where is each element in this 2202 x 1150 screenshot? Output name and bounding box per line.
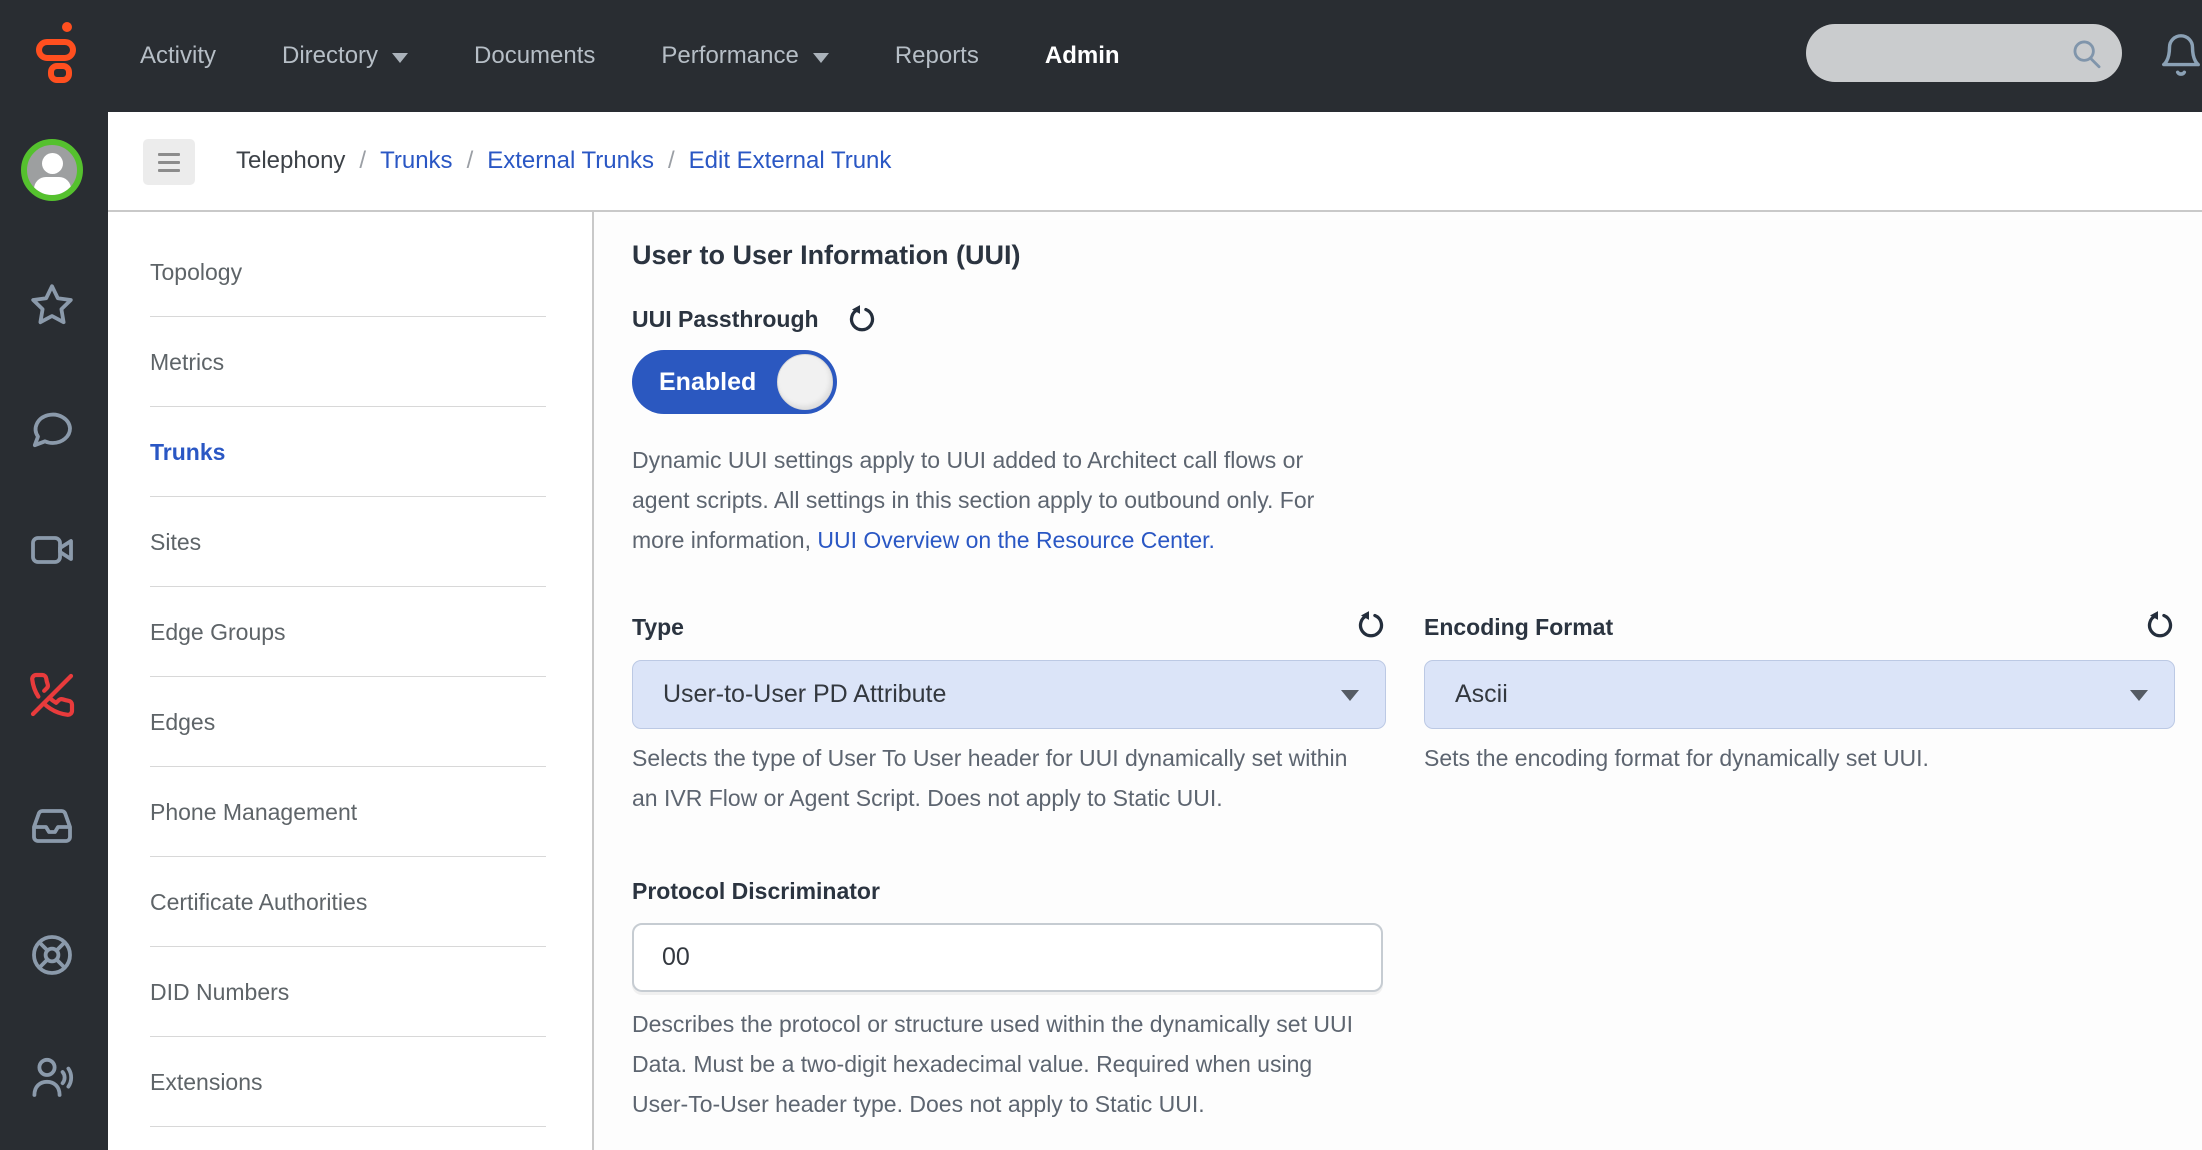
reset-icon	[1356, 610, 1386, 640]
logo-dot	[62, 22, 72, 32]
chevron-down-icon	[2130, 690, 2148, 701]
uui-description: Dynamic UUI settings apply to UUI added …	[632, 440, 1412, 560]
app-viewport: Activity Directory Documents Performance…	[0, 0, 2202, 1150]
user-avatar[interactable]	[21, 139, 83, 201]
help-line: Sets the encoding format for dynamically…	[1424, 738, 1929, 778]
nav-label: Admin	[1045, 42, 1120, 70]
left-icon-rail	[0, 0, 108, 1150]
primary-nav: Activity Directory Documents Performance…	[140, 0, 1120, 112]
agent-speaking-icon[interactable]	[28, 1053, 76, 1101]
help-line: an IVR Flow or Agent Script. Does not ap…	[632, 778, 1347, 818]
uui-overview-resource-center-link[interactable]: UUI Overview on the Resource Center.	[817, 527, 1215, 553]
search-icon	[2070, 37, 2104, 71]
breadcrumb-external-trunks-link[interactable]: External Trunks	[487, 147, 654, 175]
nav-item-documents[interactable]: Documents	[474, 42, 595, 70]
type-dropdown[interactable]: User-to-User PD Attribute	[632, 660, 1386, 729]
reset-encoding-format-button[interactable]	[2145, 610, 2175, 640]
sidebar-item-metrics[interactable]: Metrics	[108, 317, 592, 407]
description-line: Dynamic UUI settings apply to UUI added …	[632, 440, 1412, 480]
uui-passthrough-label: UUI Passthrough	[632, 306, 819, 333]
chevron-down-icon	[1341, 690, 1359, 701]
help-line: User-To-User header type. Does not apply…	[632, 1084, 1353, 1124]
breadcrumb-telephony: Telephony	[236, 147, 345, 175]
phone-disabled-icon[interactable]	[28, 671, 76, 719]
page-header: Telephony / Trunks / External Trunks / E…	[108, 112, 2202, 212]
help-line: Describes the protocol or structure used…	[632, 1004, 1353, 1044]
nav-item-performance[interactable]: Performance	[661, 42, 828, 70]
section-title: User to User Information (UUI)	[632, 240, 1021, 271]
breadcrumb-trunks-link[interactable]: Trunks	[380, 147, 452, 175]
protocol-discriminator-input[interactable]	[632, 923, 1383, 992]
encoding-format-dropdown-value: Ascii	[1455, 661, 1508, 728]
avatar-head	[42, 153, 63, 174]
protocol-discriminator-help-text: Describes the protocol or structure used…	[632, 1004, 1353, 1124]
type-label: Type	[632, 614, 684, 641]
breadcrumb-edit-external-trunk-link[interactable]: Edit External Trunk	[689, 147, 892, 175]
chevron-down-icon	[392, 53, 408, 63]
nav-label: Reports	[895, 42, 979, 70]
type-dropdown-value: User-to-User PD Attribute	[663, 661, 946, 728]
main-content: User to User Information (UUI) UUI Passt…	[594, 212, 2202, 1150]
global-search-input[interactable]	[1830, 24, 2070, 82]
breadcrumb-separator: /	[359, 147, 366, 175]
nav-item-directory[interactable]: Directory	[282, 42, 408, 70]
nav-label: Documents	[474, 42, 595, 70]
genesys-logo[interactable]	[34, 20, 82, 84]
nav-item-activity[interactable]: Activity	[140, 42, 216, 70]
nav-item-admin[interactable]: Admin	[1045, 42, 1120, 70]
uui-passthrough-toggle[interactable]: Enabled	[632, 350, 837, 414]
favorites-star-icon[interactable]	[28, 281, 76, 329]
logo-square	[48, 63, 72, 83]
nav-label: Performance	[661, 42, 798, 70]
breadcrumb-separator: /	[668, 147, 675, 175]
top-navigation-bar: Activity Directory Documents Performance…	[0, 0, 2202, 112]
chevron-down-icon	[813, 53, 829, 63]
reset-icon	[847, 304, 877, 334]
telephony-sidebar: Topology Metrics Trunks Sites Edge Group…	[108, 212, 594, 1150]
inbox-tray-icon[interactable]	[28, 801, 76, 849]
breadcrumb: Telephony / Trunks / External Trunks / E…	[236, 112, 891, 210]
sidebar-item-phone-management[interactable]: Phone Management	[108, 767, 592, 857]
sidebar-item-did-numbers[interactable]: DID Numbers	[108, 947, 592, 1037]
sidebar-item-sites[interactable]: Sites	[108, 497, 592, 587]
encoding-format-help-text: Sets the encoding format for dynamically…	[1424, 738, 1929, 778]
reset-icon	[2145, 610, 2175, 640]
help-line: Data. Must be a two-digit hexadecimal va…	[632, 1044, 1353, 1084]
help-line: Selects the type of User To User header …	[632, 738, 1347, 778]
logo-pill	[36, 39, 76, 61]
avatar-torso	[34, 177, 71, 201]
description-text: more information,	[632, 527, 817, 553]
sidebar-item-extensions[interactable]: Extensions	[108, 1037, 592, 1127]
video-camera-icon[interactable]	[28, 526, 76, 574]
type-help-text: Selects the type of User To User header …	[632, 738, 1347, 818]
menu-hamburger-button[interactable]	[143, 139, 195, 185]
global-search	[1806, 24, 2122, 82]
notifications-bell-icon[interactable]	[2158, 30, 2202, 80]
chat-bubble-icon[interactable]	[28, 406, 76, 454]
nav-label: Activity	[140, 42, 216, 70]
nav-item-reports[interactable]: Reports	[895, 42, 979, 70]
description-line: more information, UUI Overview on the Re…	[632, 520, 1412, 560]
protocol-discriminator-label: Protocol Discriminator	[632, 878, 880, 905]
reset-type-button[interactable]	[1356, 610, 1386, 640]
nav-label: Directory	[282, 42, 378, 70]
sidebar-item-trunks[interactable]: Trunks	[108, 407, 592, 497]
sidebar-item-edges[interactable]: Edges	[108, 677, 592, 767]
toggle-state-label: Enabled	[659, 350, 756, 414]
sidebar-item-edge-groups[interactable]: Edge Groups	[108, 587, 592, 677]
sidebar-item-topology[interactable]: Topology	[108, 227, 592, 317]
encoding-format-dropdown[interactable]: Ascii	[1424, 660, 2175, 729]
reset-uui-passthrough-button[interactable]	[847, 304, 877, 334]
sidebar-item-certificate-authorities[interactable]: Certificate Authorities	[108, 857, 592, 947]
help-wheel-icon[interactable]	[28, 931, 76, 979]
toggle-knob	[777, 354, 833, 410]
breadcrumb-separator: /	[467, 147, 474, 175]
description-line: agent scripts. All settings in this sect…	[632, 480, 1412, 520]
encoding-format-label: Encoding Format	[1424, 614, 1613, 641]
